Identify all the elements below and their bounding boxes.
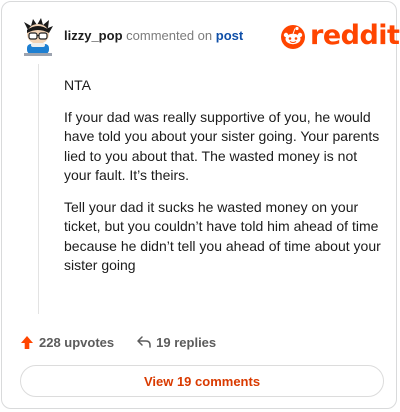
upvote-button[interactable]: 228 upvotes: [20, 335, 114, 350]
comment-header: lizzy_pop commented on post: [64, 28, 243, 43]
reply-arrow-icon: [137, 336, 151, 348]
post-link[interactable]: post: [216, 28, 243, 43]
reddit-logo[interactable]: reddit: [280, 20, 400, 51]
comment-paragraph: Tell your dad it sucks he wasted money o…: [64, 198, 381, 274]
upvote-arrow-icon: [21, 335, 33, 349]
upvote-count: 228 upvotes: [39, 334, 115, 350]
view-comments-button[interactable]: View 19 comments: [20, 365, 384, 397]
reply-count: 19 replies: [156, 334, 217, 350]
reddit-wordmark: reddit: [310, 20, 400, 51]
comment-body: NTA If your dad was really supportive of…: [64, 76, 382, 288]
comment-card: lizzy_pop commented on post reddit NTA I…: [1, 1, 400, 409]
action-text: commented on: [126, 28, 213, 43]
replies-button[interactable]: 19 replies: [136, 335, 216, 350]
username[interactable]: lizzy_pop: [64, 28, 123, 43]
comment-footer: 228 upvotes 19 replies: [20, 332, 216, 352]
user-avatar[interactable]: [20, 16, 56, 58]
reddit-snoo-icon: [281, 25, 305, 49]
thread-line[interactable]: [38, 64, 39, 314]
comment-paragraph: If your dad was really supportive of you…: [64, 108, 380, 184]
comment-paragraph: NTA: [64, 77, 91, 93]
